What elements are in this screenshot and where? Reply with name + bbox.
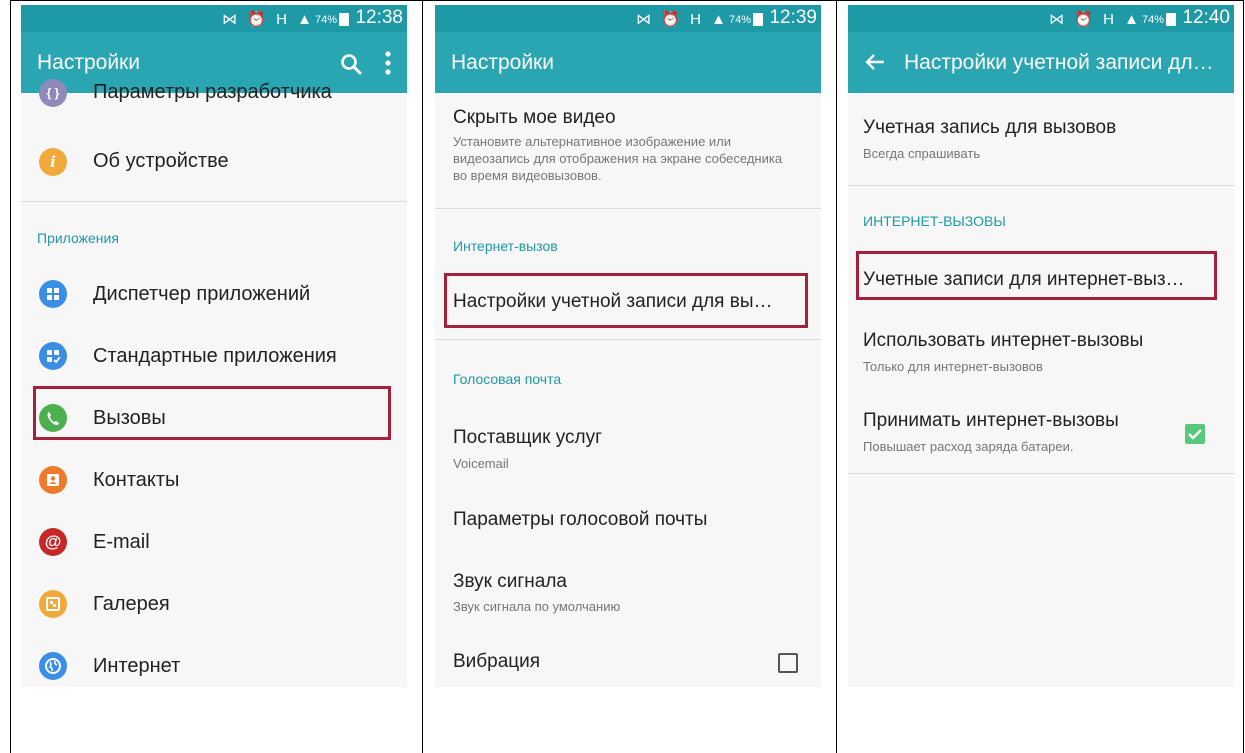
list-item-title: Использовать интернет-вызовы [863,330,1144,351]
list-item-title: Учетная запись для вызовов [863,117,1117,138]
section-header-voicemail: Голосовая почта [453,371,562,387]
highlight-account-settings [444,273,808,328]
divider [21,201,407,202]
battery-percent: 74% [1141,14,1164,26]
list-item-app-manager[interactable]: Диспетчер приложений [21,265,407,325]
phone-screen-settings: ⋈ ⏰ H ▲ 74% 12:38 Настройки { } Параметр… [21,5,407,687]
phone-screen-account-settings: ⋈ ⏰ H ▲ 74% 12:40 Настройки учетной запи… [848,5,1234,687]
list-item-title: Поставщик услуг [453,427,603,448]
globe-icon [39,652,67,680]
section-header-internet-call: Интернет-вызов [453,238,558,254]
list-item-label: Галерея [93,593,170,615]
list-item-calls-account[interactable]: Учетная запись для вызовов Всегда спраши… [848,103,1234,178]
list-item-title: Вибрация [453,651,541,672]
battery-icon [753,13,763,26]
list-item-vibration[interactable]: Вибрация [435,633,821,687]
app-bar: Настройки [435,32,821,93]
divider [848,473,1234,474]
contacts-icon [39,466,67,494]
vibration-checkbox[interactable] [778,653,798,673]
status-bar: ⋈ ⏰ H ▲ 74% 12:38 [21,5,407,32]
battery-icon [1166,13,1176,26]
status-bar: ⋈ ⏰ H ▲ 74% 12:39 [435,5,821,32]
settings-list: Учетная запись для вызовов Всегда спраши… [848,93,1234,687]
list-item-subtitle: Voicemail [453,456,509,471]
app-bar: Настройки учетной записи дл… [848,32,1234,93]
status-icons: ⋈ ⏰ H ▲ [222,11,315,28]
list-item-voicemail-params[interactable]: Параметры голосовой почты [435,493,821,553]
battery-icon [339,13,349,26]
list-item-label: Интернет [93,655,181,677]
list-item-service-provider[interactable]: Поставщик услуг Voicemail [435,413,821,477]
list-item-label: Параметры разработчика [93,81,332,103]
list-item-title: Принимать интернет-вызовы [863,410,1119,431]
battery-percent: 74% [314,14,337,26]
email-icon: @ [39,528,67,556]
search-icon[interactable] [339,52,363,76]
list-item-email[interactable]: @ E-mail [21,513,407,573]
developer-options-icon: { } [39,79,67,107]
settings-list: Скрыть мое видео Установите альтернативн… [435,93,821,687]
table-border-left [10,0,11,753]
section-header-internet-calls: ИНТЕРНЕТ-ВЫЗОВЫ [863,213,1006,229]
page-title: Настройки [37,51,140,74]
divider [435,339,821,340]
gallery-icon [39,590,67,618]
list-item-label: Об устройстве [93,150,229,172]
list-item-subtitle: Повышает расход заряда батареи. [863,439,1074,454]
list-item-gallery[interactable]: Галерея [21,575,407,635]
status-time: 12:38 [355,7,403,28]
status-bar: ⋈ ⏰ H ▲ 74% 12:40 [848,5,1234,32]
list-item-label: Контакты [93,469,180,491]
highlight-internet-accounts [856,251,1217,300]
list-item-subtitle: Всегда спрашивать [863,146,981,161]
back-arrow-icon[interactable] [862,50,888,74]
battery-percent: 74% [728,14,751,26]
default-apps-icon [39,342,67,370]
highlight-calls [33,386,391,440]
list-item-subtitle: Звук сигнала по умолчанию [453,599,621,614]
table-divider-1 [422,0,423,753]
more-options-icon[interactable] [383,50,393,76]
list-item-title: Скрыть мое видео [453,107,616,128]
section-header-apps: Приложения [37,230,119,246]
list-item-contacts[interactable]: Контакты [21,451,407,511]
checkmark-icon [1188,429,1202,440]
phone-screen-call-settings: ⋈ ⏰ H ▲ 74% 12:39 Настройки Скрыть мое в… [435,5,821,687]
grid-icon [39,280,67,308]
list-item-about-device[interactable]: i Об устройстве [21,133,407,193]
list-item-internet[interactable]: Интернет [21,637,407,687]
table-divider-2 [836,0,837,753]
list-item-developer-options[interactable]: { } Параметры разработчика [21,79,407,109]
table-border-top [10,0,1244,1]
info-icon: i [39,148,67,176]
status-time: 12:40 [1182,7,1230,28]
divider [848,185,1234,186]
page-title: Настройки [451,51,554,74]
list-item-title: Звук сигнала [453,571,567,592]
divider [435,208,821,209]
list-item-use-internet-calls[interactable]: Использовать интернет-вызовы Только для … [848,318,1234,382]
list-item-ringtone[interactable]: Звук сигнала Звук сигнала по умолчанию [435,558,821,622]
list-item-label: E-mail [93,531,150,553]
list-item-title: Параметры голосовой почты [453,509,708,530]
accept-internet-calls-checkbox[interactable] [1185,424,1205,444]
list-item-subtitle: Только для интернет-вызовов [863,359,1043,374]
list-item-label: Диспетчер приложений [93,283,311,305]
list-item-accept-internet-calls[interactable]: Принимать интернет-вызовы Повышает расхо… [848,398,1234,468]
list-item-hide-video[interactable]: Скрыть мое видео Установите альтернативн… [435,93,821,205]
status-time: 12:39 [769,7,817,28]
status-icons: ⋈ ⏰ H ▲ [1049,11,1142,28]
table-border-right [1243,0,1244,753]
list-item-default-apps[interactable]: Стандартные приложения [21,327,407,387]
list-item-label: Стандартные приложения [93,345,337,367]
list-item-subtitle: Установите альтернативное изображение ил… [453,134,783,183]
status-icons: ⋈ ⏰ H ▲ [636,11,729,28]
page-title: Настройки учетной записи дл… [904,51,1214,74]
